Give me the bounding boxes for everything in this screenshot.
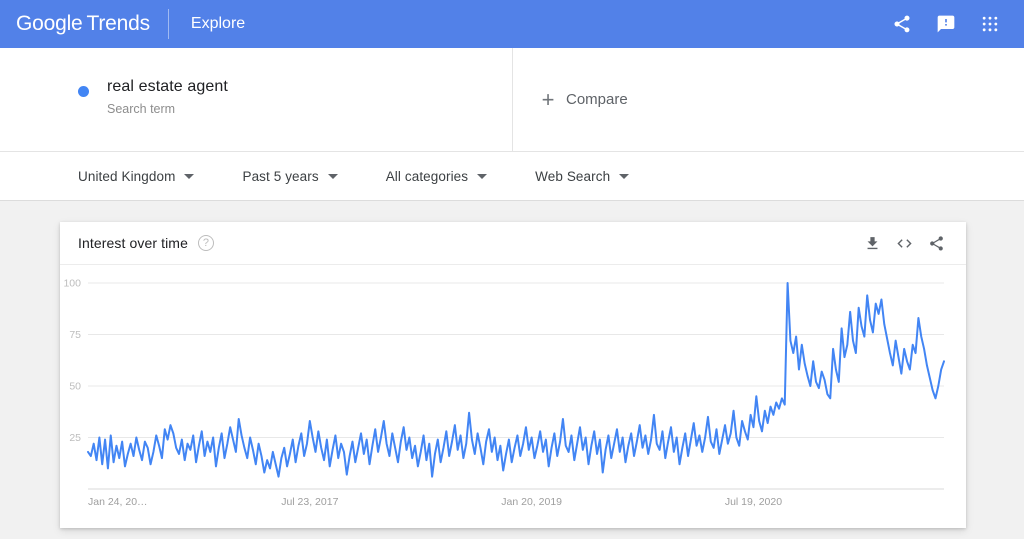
svg-text:100: 100 xyxy=(63,278,81,290)
download-csv-icon[interactable] xyxy=(856,227,888,259)
share-icon[interactable] xyxy=(880,2,924,46)
nav-explore[interactable]: Explore xyxy=(191,15,245,33)
chevron-down-icon xyxy=(184,173,195,179)
svg-text:Jan 20, 2019: Jan 20, 2019 xyxy=(501,496,562,508)
appbar-divider xyxy=(167,9,169,39)
card-header: Interest over time ? xyxy=(60,222,966,265)
series-color-dot xyxy=(78,86,89,97)
plus-icon: + xyxy=(541,87,555,112)
search-term-panel[interactable]: real estate agent Search term xyxy=(0,48,513,152)
svg-text:50: 50 xyxy=(69,381,81,393)
chevron-down-icon xyxy=(619,173,630,179)
filter-time-range[interactable]: Past 5 years xyxy=(242,168,338,184)
interest-over-time-card: Interest over time ? 100 75 50 25 Jan 24… xyxy=(60,222,966,528)
help-circle-icon[interactable]: ? xyxy=(197,235,214,251)
svg-text:Jul 19, 2020: Jul 19, 2020 xyxy=(725,496,782,508)
chevron-down-icon xyxy=(327,173,338,179)
chart-trend-line xyxy=(87,282,945,478)
filter-search-type-label: Web Search xyxy=(535,168,611,184)
filter-category[interactable]: All categories xyxy=(385,168,488,184)
search-term-type: Search term xyxy=(107,102,176,116)
svg-text:25: 25 xyxy=(69,432,81,444)
app-bar: Google Trends Explore xyxy=(0,0,1024,48)
query-row: real estate agent Search term + Compare xyxy=(0,48,1024,152)
embed-code-icon[interactable] xyxy=(888,227,920,259)
chart-x-axis-labels: Jan 24, 20… Jul 23, 2017 Jan 20, 2019 Jul 1… xyxy=(88,496,782,508)
share-icon[interactable] xyxy=(920,227,952,259)
filter-time-range-label: Past 5 years xyxy=(242,168,319,184)
chart-y-axis-labels: 100 75 50 25 xyxy=(63,278,81,445)
logo-google-text: Google xyxy=(16,12,83,35)
compare-label: Compare xyxy=(566,91,628,108)
appbar-actions xyxy=(880,2,1024,46)
search-term-text: real estate agent Search term xyxy=(107,76,228,118)
filter-location[interactable]: United Kingdom xyxy=(78,168,195,184)
filter-bar: United Kingdom Past 5 years All categori… xyxy=(0,152,1024,201)
filter-search-type[interactable]: Web Search xyxy=(535,168,630,184)
compare-button[interactable]: + Compare xyxy=(513,48,1024,152)
feedback-icon[interactable] xyxy=(924,2,968,46)
chevron-down-icon xyxy=(477,173,488,179)
search-term-value: real estate agent xyxy=(107,78,228,95)
svg-text:Jan 24, 20…: Jan 24, 20… xyxy=(88,496,148,508)
logo-trends-text: Trends xyxy=(86,12,151,35)
svg-text:75: 75 xyxy=(69,329,81,341)
svg-text:Jul 23, 2017: Jul 23, 2017 xyxy=(281,496,338,508)
interest-over-time-chart[interactable]: 100 75 50 25 Jan 24, 20… Jul 23, 2017 Jan 20,… xyxy=(60,265,966,527)
card-title: Interest over time xyxy=(78,235,188,251)
card-actions xyxy=(856,227,952,259)
filter-category-label: All categories xyxy=(385,168,469,184)
apps-grid-icon[interactable] xyxy=(968,2,1012,46)
filter-location-label: United Kingdom xyxy=(78,168,176,184)
google-trends-logo[interactable]: Google Trends xyxy=(0,12,150,36)
